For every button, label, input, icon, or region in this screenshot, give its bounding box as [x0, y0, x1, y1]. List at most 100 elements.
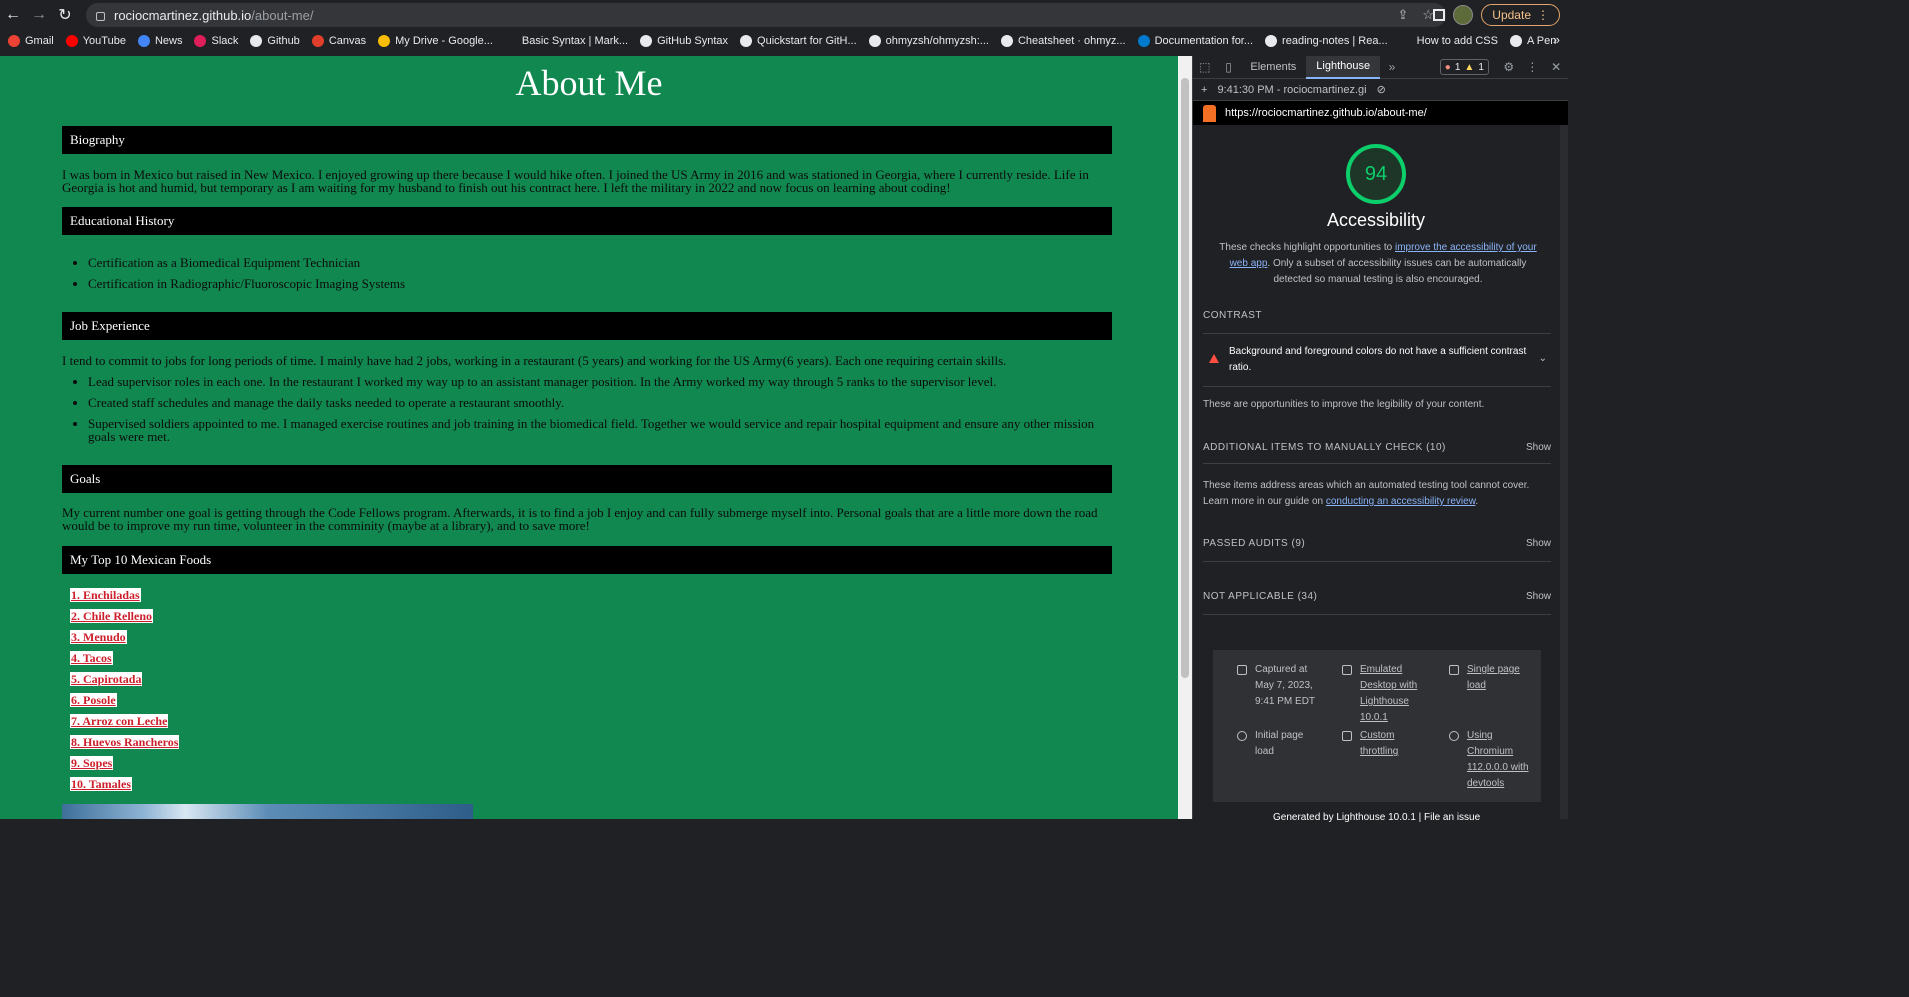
manual-show-button[interactable]: Show: [1526, 442, 1551, 453]
captured-at: Captured at May 7, 2023, 9:41 PM EDT: [1237, 662, 1319, 710]
warning-icon: ▲: [1464, 61, 1475, 73]
side-panel-icon[interactable]: [1433, 9, 1446, 21]
bookmark-item[interactable]: Cheatsheet · ohmyz...: [1000, 35, 1126, 47]
runtime-settings: Captured at May 7, 2023, 9:41 PM EDT Emu…: [1213, 650, 1541, 802]
passed-show-button[interactable]: Show: [1526, 538, 1551, 549]
bookmark-item[interactable]: reading-notes | Rea...: [1265, 35, 1388, 47]
bookmark-item[interactable]: Quickstart for GitH...: [740, 35, 857, 47]
bookmark-item[interactable]: A Pen: [1509, 35, 1556, 47]
food-link[interactable]: 1. Enchiladas: [70, 588, 141, 602]
more-tabs-icon[interactable]: »: [1380, 56, 1404, 79]
food-link[interactable]: 3. Menudo: [70, 630, 127, 644]
report-url[interactable]: https://rociocmartinez.github.io/about-m…: [1225, 107, 1427, 119]
bookmark-favicon-icon: [1265, 35, 1278, 47]
contrast-audit[interactable]: Background and foreground colors do not …: [1203, 334, 1551, 386]
emulated-text[interactable]: Emulated Desktop with Lighthouse 10.0.1: [1360, 662, 1424, 726]
category-title: Accessibility: [1326, 210, 1426, 230]
food-link[interactable]: 10. Tamales: [70, 777, 133, 791]
bookmark-item[interactable]: How to add CSS: [1399, 35, 1498, 47]
settings-gear-icon[interactable]: ⚙: [1497, 56, 1521, 79]
bookmark-favicon-icon: [378, 35, 391, 47]
share-icon[interactable]: ⇪: [1397, 7, 1408, 23]
bookmark-favicon-icon: [740, 35, 753, 47]
report-selector[interactable]: 9:41:30 PM - rociocmartinez.gi: [1217, 84, 1366, 96]
foods-section: My Top 10 Mexican Foods: [62, 546, 1112, 574]
bookmark-label: How to add CSS: [1416, 35, 1498, 47]
chevron-down-icon[interactable]: ⌄: [1539, 351, 1547, 367]
add-icon[interactable]: +: [1201, 84, 1207, 96]
device-toggle-icon[interactable]: ▯: [1217, 56, 1241, 79]
bookmark-item[interactable]: My Drive - Google...: [378, 35, 493, 47]
bookmark-item[interactable]: Basic Syntax | Mark...: [504, 35, 628, 47]
back-icon[interactable]: ←: [0, 0, 26, 30]
food-link[interactable]: 7. Arroz con Leche: [70, 714, 169, 728]
category-description: These checks highlight opportunities to …: [1213, 240, 1543, 288]
url-text: rociocmartinez.github.io/about-me/: [114, 7, 314, 23]
bookmark-label: Slack: [211, 35, 239, 47]
bookmark-item[interactable]: Gmail: [8, 35, 54, 47]
bookmark-item[interactable]: Github: [250, 35, 300, 47]
issues-badge[interactable]: ● 1 ▲ 1: [1439, 59, 1489, 75]
bookmark-item[interactable]: Canvas: [311, 35, 366, 47]
chromium-text[interactable]: Using Chromium 112.0.0.0 with devtools: [1467, 728, 1533, 792]
job-item: Lead supervisor roles in each one. In th…: [88, 375, 1112, 388]
bookmark-label: News: [154, 35, 183, 47]
bookmark-favicon-icon: [311, 35, 324, 47]
update-button[interactable]: Update ⋮: [1481, 4, 1560, 26]
device-icon: [1342, 665, 1352, 675]
bookmark-favicon-icon: [1399, 35, 1412, 47]
devtools-menu-icon[interactable]: ⋮: [1521, 56, 1545, 79]
bookmark-item[interactable]: News: [137, 35, 183, 47]
food-link[interactable]: 6. Posole: [70, 693, 117, 707]
na-show-button[interactable]: Show: [1526, 591, 1551, 602]
wifi-icon: [1342, 731, 1352, 741]
bookmark-star-icon[interactable]: ☆: [1422, 7, 1434, 23]
tab-elements[interactable]: Elements: [1240, 56, 1306, 79]
page-scrollbar[interactable]: [1178, 56, 1192, 819]
goals-text: My current number one goal is getting th…: [62, 505, 1098, 533]
food-link[interactable]: 2. Chile Relleno: [70, 609, 153, 623]
food-link[interactable]: 4. Tacos: [70, 651, 113, 665]
bookmark-item[interactable]: Slack: [194, 35, 238, 47]
bookmark-item[interactable]: YouTube: [65, 35, 126, 47]
passed-heading[interactable]: PASSED AUDITS (9): [1203, 538, 1305, 549]
manual-heading[interactable]: ADDITIONAL ITEMS TO MANUALLY CHECK (10): [1203, 442, 1446, 453]
education-item: Certification as a Biomedical Equipment …: [88, 256, 1112, 269]
desc-text-end: . Only a subset of accessibility issues …: [1267, 258, 1527, 285]
scroll-thumb[interactable]: [1181, 78, 1189, 678]
food-link[interactable]: 5. Capirotada: [70, 672, 143, 686]
clear-icon[interactable]: ⊘: [1377, 83, 1386, 96]
error-count: 1: [1454, 61, 1461, 73]
bookmark-item[interactable]: Documentation for...: [1137, 35, 1253, 47]
chromium-version: Using Chromium 112.0.0.0 with devtools: [1449, 728, 1533, 792]
throttling-text[interactable]: Custom throttling: [1360, 728, 1424, 760]
address-bar[interactable]: rociocmartinez.github.io/about-me/ ⇪ ☆: [86, 3, 1446, 27]
bookmark-favicon-icon: [640, 35, 653, 47]
bookmark-item[interactable]: GitHub Syntax: [640, 35, 728, 47]
manual-description: These items address areas which an autom…: [1203, 478, 1551, 510]
contrast-note: These are opportunities to improve the l…: [1203, 399, 1485, 410]
review-guide-link[interactable]: conducting an accessibility review: [1326, 496, 1476, 507]
tab-lighthouse[interactable]: Lighthouse: [1306, 55, 1381, 79]
bookmark-favicon-icon: [1000, 35, 1013, 47]
captured-text: Captured at May 7, 2023, 9:41 PM EDT: [1255, 664, 1316, 707]
contrast-group: CONTRAST Background and foreground color…: [1203, 310, 1551, 410]
food-link[interactable]: 8. Huevos Rancheros: [70, 735, 180, 749]
food-link[interactable]: 9. Sopes: [70, 756, 114, 770]
bookmark-item[interactable]: ohmyzsh/ohmyzsh:...: [868, 35, 989, 47]
calendar-icon: [1237, 665, 1247, 675]
single-text[interactable]: Single page load: [1467, 662, 1529, 694]
na-heading[interactable]: NOT APPLICABLE (34): [1203, 591, 1317, 602]
goals-heading: Goals: [62, 465, 1112, 493]
biography-section: Biography I was born in Mexico but raise…: [62, 126, 1112, 194]
inspect-icon[interactable]: ⬚: [1193, 56, 1217, 79]
forward-icon[interactable]: →: [26, 0, 52, 30]
reload-icon[interactable]: ↻: [52, 0, 78, 30]
bookmarks-overflow-icon[interactable]: »: [1553, 32, 1560, 47]
education-heading: Educational History: [62, 207, 1112, 235]
profile-avatar[interactable]: [1453, 5, 1474, 25]
bookmark-favicon-icon: [868, 35, 881, 47]
devtools-scrollbar[interactable]: [1560, 125, 1568, 819]
job-item: Supervised soldiers appointed to me. I m…: [88, 417, 1112, 443]
close-icon[interactable]: ✕: [1544, 56, 1568, 79]
